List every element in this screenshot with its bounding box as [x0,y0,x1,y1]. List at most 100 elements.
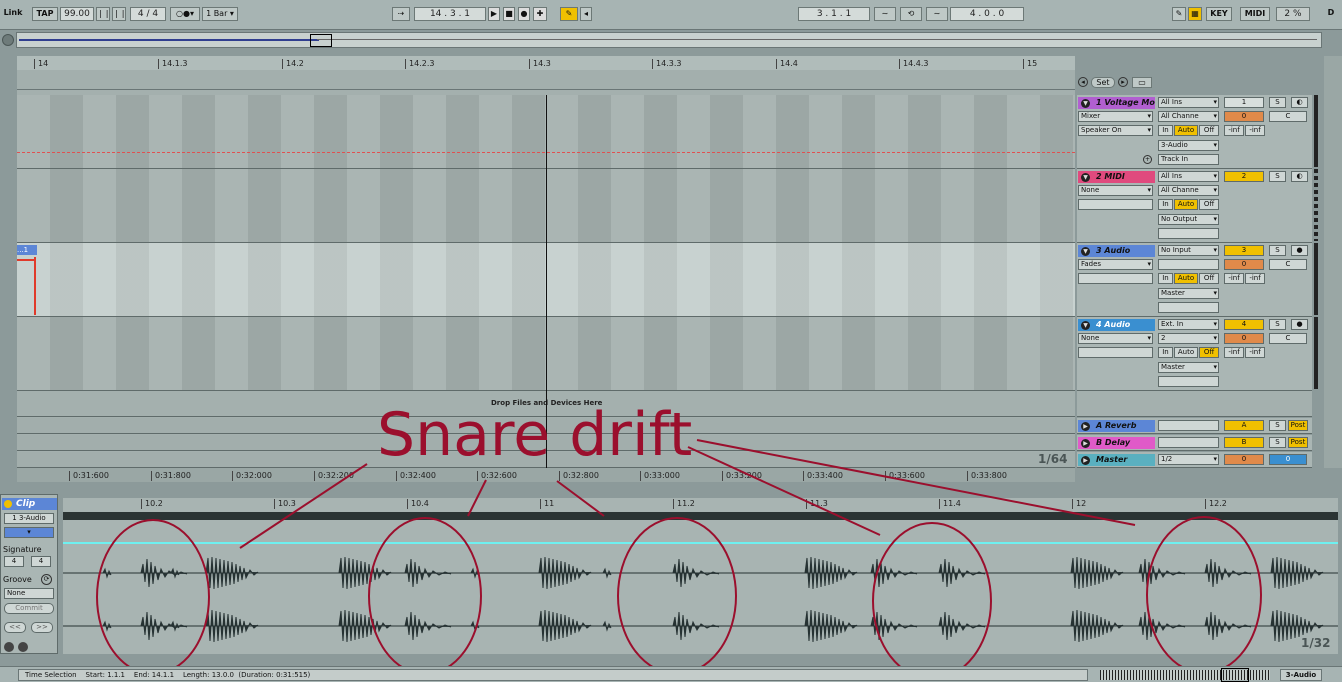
device-slot[interactable] [1078,273,1153,284]
arm-icon[interactable]: ● [1291,245,1308,256]
monitor-auto[interactable]: Auto [1174,199,1198,210]
arrangement-overview[interactable] [16,32,1322,48]
key-map-button[interactable]: KEY [1206,7,1232,21]
prev-locator-icon[interactable]: ◂ [1078,77,1088,87]
quantize-menu[interactable]: 1 Bar ▾ [202,7,238,21]
clip-stub[interactable]: ...1 [17,245,37,255]
back-to-arrangement-icon[interactable]: ◂ [580,7,592,21]
device-chooser[interactable]: Mixer [1078,111,1153,122]
loop-selection-icon[interactable]: ▭ [1132,77,1152,88]
input-type[interactable]: All Ins [1158,97,1219,108]
device-slot[interactable] [1078,347,1153,358]
return-input[interactable] [1158,420,1219,431]
record-icon[interactable]: ● [518,7,530,21]
time-signature[interactable]: 4 / 4 [130,7,166,21]
clip-name[interactable]: 1 3-Audio [4,513,54,524]
add-lane-icon[interactable]: + [1143,155,1152,164]
solo-button[interactable]: S [1269,420,1286,431]
track-activator[interactable]: 4 [1224,319,1264,330]
overview-viewport[interactable] [310,34,332,47]
clip-ruler[interactable]: 10.2 10.3 10.4 11 11.2 11.3 11.4 12 12.2 [63,498,1338,510]
track-name[interactable]: ▼ 2 MIDI [1078,171,1155,183]
device-chooser[interactable]: None [1078,185,1153,196]
link-button[interactable]: Link [0,7,26,21]
set-locator-button[interactable]: Set [1091,77,1115,88]
device-param[interactable]: Speaker On [1078,125,1153,136]
clip-color[interactable]: ▾ [4,527,54,538]
fold-icon[interactable]: ▼ [1081,321,1090,330]
output-channel[interactable]: Track In [1158,154,1219,165]
arm-icon[interactable]: ◐ [1291,171,1308,182]
track-name[interactable]: ▶ Master [1078,454,1155,466]
overview-toggle-icon[interactable] [2,34,14,46]
tap-button[interactable]: TAP [32,7,58,21]
time-ruler[interactable]: 0:31:600 0:31:800 0:32:000 0:32:200 0:32… [17,468,1075,482]
post-button[interactable]: Post [1288,437,1308,448]
metronome-icon[interactable]: ○●▾ [170,7,200,21]
track-name[interactable]: ▼ 1 Voltage Mo [1078,97,1155,109]
solo-button[interactable]: S [1269,97,1286,108]
fold-icon[interactable]: ▼ [1081,99,1090,108]
input-type[interactable]: All Ins [1158,171,1219,182]
track-activator[interactable]: 2 [1224,171,1264,182]
loop-length-field[interactable]: 4 . 0 . 0 [950,7,1024,21]
monitor-in[interactable]: In [1158,125,1173,136]
fold-icon[interactable]: ▶ [1081,439,1090,448]
pan-field[interactable]: C [1269,111,1307,122]
post-button[interactable]: Post [1288,420,1308,431]
input-channel[interactable]: All Channe [1158,111,1219,122]
track-activator[interactable]: 3 [1224,245,1264,256]
overdub-icon[interactable]: ✚ [533,7,547,21]
output-channel[interactable] [1158,302,1219,313]
loop-start-field[interactable]: 3 . 1 . 1 [798,7,870,21]
fade-handle[interactable] [34,257,36,315]
pan-field[interactable]: C [1269,333,1307,344]
monitor-off[interactable]: Off [1199,347,1219,358]
input-type[interactable]: No Input [1158,245,1219,256]
nudge-up-icon[interactable]: ❘❘❘ [112,7,126,21]
solo-button[interactable]: S [1269,319,1286,330]
computer-midi-icon[interactable]: ▦ [1188,7,1202,21]
monitor-off[interactable]: Off [1199,273,1219,284]
master-output[interactable]: 1/2 [1158,454,1219,465]
output-channel[interactable] [1158,228,1219,239]
fold-icon[interactable]: ▶ [1081,456,1090,465]
beat-ruler[interactable]: 14 14.1.3 14.2 14.2.3 14.3 14.3.3 14.4 1… [17,56,1075,90]
device-chooser[interactable]: Fades [1078,259,1153,270]
fold-icon[interactable]: ▶ [1081,422,1090,431]
fold-icon[interactable]: ▼ [1081,247,1090,256]
output-type[interactable]: Master [1158,362,1219,373]
input-type[interactable]: Ext. In [1158,319,1219,330]
volume-field[interactable]: 0 [1224,111,1264,122]
output-channel[interactable] [1158,376,1219,387]
device-chooser[interactable]: None [1078,333,1153,344]
arm-icon[interactable]: ◐ [1291,97,1308,108]
groove-field[interactable]: None [4,588,54,599]
solo-button[interactable]: S [1269,171,1286,182]
monitor-off[interactable]: Off [1199,125,1219,136]
device-slot[interactable] [1078,199,1153,210]
follow-icon[interactable]: ⇢ [392,7,410,21]
stop-icon[interactable]: ■ [503,7,515,21]
track-name[interactable]: ▼ 3 Audio [1078,245,1155,257]
pan-field[interactable]: C [1269,259,1307,270]
pan-field[interactable]: 0 [1269,454,1307,465]
loop-brace-strip[interactable] [17,70,1075,89]
monitor-auto[interactable]: Auto [1174,125,1198,136]
clip-next-button[interactable]: >> [31,622,53,633]
fold-icon[interactable]: ▼ [1081,173,1090,182]
monitor-auto[interactable]: Auto [1174,273,1198,284]
warp-marker-line[interactable] [63,542,1338,544]
device-view-toggle-icon[interactable] [18,642,28,652]
output-type[interactable]: Master [1158,288,1219,299]
punch-in-icon[interactable]: ∼ [874,7,896,21]
clip-loop-bar[interactable] [63,512,1338,520]
monitor-auto[interactable]: Auto [1174,347,1198,358]
volume-field[interactable]: 0 [1224,259,1264,270]
track-name[interactable]: ▼ 4 Audio [1078,319,1155,331]
solo-button[interactable]: S [1269,245,1286,256]
monitor-in[interactable]: In [1158,347,1173,358]
arm-icon[interactable]: ● [1291,319,1308,330]
song-position[interactable]: 14 . 3 . 1 [414,7,486,21]
monitor-off[interactable]: Off [1199,199,1219,210]
